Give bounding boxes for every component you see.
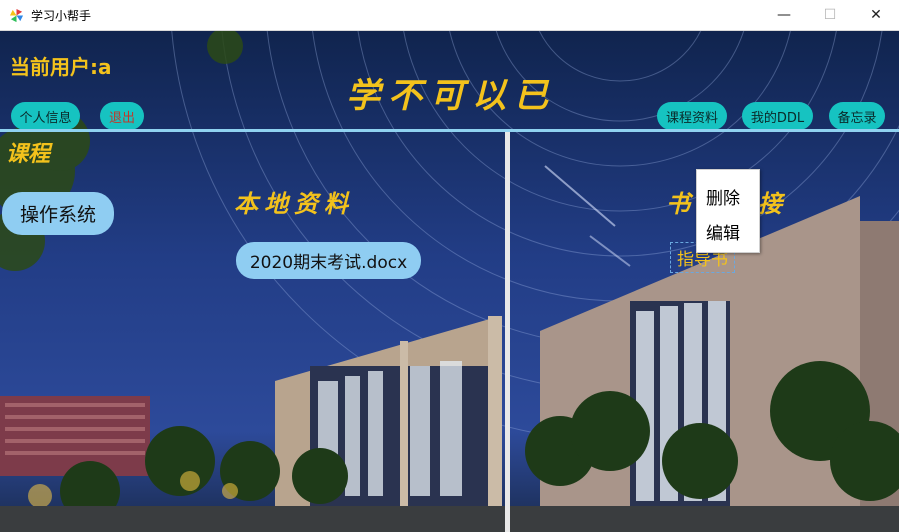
minimize-button[interactable]: — [761, 0, 807, 30]
local-files-section-title: 本地资料 [234, 189, 354, 218]
panel-divider [505, 132, 510, 532]
profile-button[interactable]: 个人信息 [11, 102, 80, 130]
window-title: 学习小帮手 [31, 9, 92, 23]
delete-menu-item[interactable]: 删除 [706, 184, 740, 209]
slogan-title: 学不可以已 [346, 76, 556, 116]
book-links-section-title-end: 接 [758, 189, 782, 218]
current-user-label: 当前用户:a [10, 55, 112, 79]
context-menu: 删除 编辑 [696, 169, 760, 253]
course-materials-button[interactable]: 课程资料 [657, 102, 727, 130]
close-button[interactable]: ✕ [853, 0, 899, 30]
local-file-item[interactable]: 2020期末考试.docx [236, 242, 421, 279]
course-item[interactable]: 操作系统 [2, 192, 114, 235]
header-divider [0, 129, 899, 132]
maximize-button[interactable]: ☐ [807, 0, 853, 30]
app-icon [9, 8, 24, 23]
window-titlebar: 学习小帮手 — ☐ ✕ [0, 0, 899, 31]
edit-menu-item[interactable]: 编辑 [706, 219, 740, 244]
memo-button[interactable]: 备忘录 [829, 102, 885, 130]
logout-button[interactable]: 退出 [100, 102, 144, 130]
my-ddl-button[interactable]: 我的DDL [742, 102, 813, 130]
course-section-title: 课程 [6, 141, 51, 167]
book-links-section-title-start: 书 [666, 189, 690, 218]
